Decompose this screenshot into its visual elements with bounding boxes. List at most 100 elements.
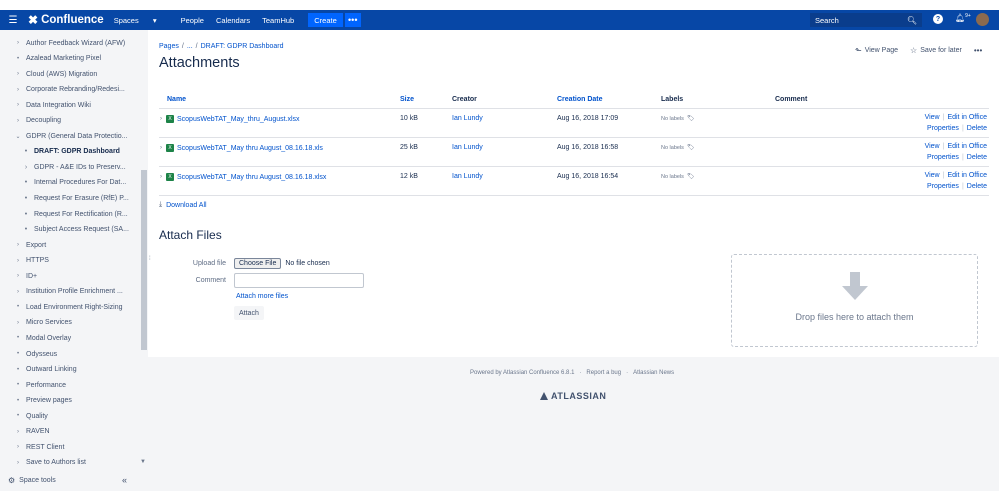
attachment-file-link[interactable]: X ScopusWebTAT_May_thru_August.xlsx <box>166 115 300 123</box>
breadcrumb-pages[interactable]: Pages <box>159 43 179 50</box>
chevron-right-icon[interactable]: › <box>14 118 22 124</box>
sidebar-scrollbar[interactable] <box>141 170 147 350</box>
comment-input[interactable] <box>234 273 364 288</box>
sidebar-item[interactable]: ⌄ GDPR (General Data Protectio... <box>0 130 127 142</box>
edit-in-office-link[interactable]: Edit in Office <box>947 143 987 150</box>
breadcrumb-current[interactable]: DRAFT: GDPR Dashboard <box>201 43 284 50</box>
chevron-right-icon[interactable]: › <box>14 242 22 248</box>
view-link[interactable]: View <box>925 114 940 121</box>
sidebar-item[interactable]: • Request For Erasure (RfE) P... <box>0 193 129 205</box>
atlassian-news-link[interactable]: Atlassian News <box>633 370 674 376</box>
breadcrumb-ellipsis[interactable]: ... <box>187 43 193 50</box>
attachment-creator-link[interactable]: Ian Lundy <box>452 144 483 151</box>
attach-more-files-link[interactable]: Attach more files <box>236 293 288 300</box>
sidebar-item[interactable]: • DRAFT: GDPR Dashboard <box>0 146 120 158</box>
space-tools-button[interactable]: ⚙ Space tools <box>8 476 56 485</box>
header-creation-date[interactable]: Creation Date <box>557 96 603 103</box>
view-page-button[interactable]: ⬑ View Page <box>855 46 898 55</box>
sidebar-item[interactable]: › Decoupling <box>0 115 61 127</box>
search-field[interactable]: Search 🔍︎ <box>810 13 922 27</box>
sidebar-item[interactable]: › Author Feedback Wizard (AFW) <box>0 37 125 49</box>
sidebar-item[interactable]: › RAVEN <box>0 426 50 438</box>
attachment-file-link[interactable]: X ScopusWebTAT_May thru August_08.16.18.x… <box>166 173 326 181</box>
sidebar-item[interactable]: › Micro Services <box>0 317 72 329</box>
edit-in-office-link[interactable]: Edit in Office <box>947 172 987 179</box>
delete-link[interactable]: Delete <box>967 154 987 161</box>
chevron-right-icon[interactable]: › <box>14 273 22 279</box>
sidebar-item[interactable]: › Export <box>0 239 46 251</box>
collapse-sidebar-button[interactable]: « <box>122 475 127 485</box>
delete-link[interactable]: Delete <box>967 183 987 190</box>
properties-link[interactable]: Properties <box>927 154 959 161</box>
file-input[interactable]: Choose File No file chosen <box>234 258 330 269</box>
scroll-down-icon[interactable]: ▼ <box>140 459 146 465</box>
chevron-down-icon[interactable]: ⌄ <box>14 133 22 140</box>
tag-icon[interactable]: 🏷︎ <box>687 115 695 122</box>
chevron-right-icon[interactable]: › <box>14 71 22 77</box>
sidebar-item[interactable]: • Performance <box>0 379 66 391</box>
create-more-button[interactable]: ••• <box>344 13 361 27</box>
save-for-later-button[interactable]: ☆ Save for later <box>910 46 962 55</box>
header-size[interactable]: Size <box>400 96 414 103</box>
sidebar-item[interactable]: › Data Integration Wiki <box>0 99 91 111</box>
sidebar-item[interactable]: › ID+ <box>0 270 37 282</box>
properties-link[interactable]: Properties <box>927 183 959 190</box>
view-link[interactable]: View <box>925 143 940 150</box>
more-actions-icon[interactable]: ••• <box>974 46 982 55</box>
user-avatar[interactable] <box>976 13 989 26</box>
sidebar-item[interactable]: • Quality <box>0 410 48 422</box>
sidebar-item[interactable]: • Internal Procedures For Dat... <box>0 177 126 189</box>
expand-row-icon[interactable]: › <box>160 174 162 180</box>
sidebar-resize-handle[interactable]: ⁞ <box>149 256 151 262</box>
expand-row-icon[interactable]: › <box>160 116 162 122</box>
nav-teamhub[interactable]: TeamHub <box>262 16 294 25</box>
drop-zone[interactable]: Drop files here to attach them <box>731 254 978 347</box>
sidebar-item[interactable]: • Preview pages <box>0 395 72 407</box>
nav-spaces[interactable]: Spaces ▾ <box>114 16 169 25</box>
attachment-creator-link[interactable]: Ian Lundy <box>452 115 483 122</box>
sidebar-item[interactable]: › Cloud (AWS) Migration <box>0 68 97 80</box>
sidebar-item[interactable]: › Corporate Rebranding/Redesi... <box>0 84 125 96</box>
nav-people[interactable]: People <box>181 16 204 25</box>
sidebar-item[interactable]: • Odysseus <box>0 348 57 360</box>
sidebar-item[interactable]: • Load Environment Right-Sizing <box>0 301 123 313</box>
sidebar-item[interactable]: • Azalead Marketing Pixel <box>0 53 101 65</box>
powered-by-link[interactable]: Powered by Atlassian Confluence 6.8.1 <box>470 370 574 376</box>
chevron-right-icon[interactable]: › <box>14 258 22 264</box>
delete-link[interactable]: Delete <box>967 125 987 132</box>
tag-icon[interactable]: 🏷︎ <box>687 173 695 180</box>
help-icon[interactable]: ? <box>933 14 943 24</box>
chevron-right-icon[interactable]: › <box>14 40 22 46</box>
confluence-logo[interactable]: ✖ Confluence <box>28 13 104 27</box>
chevron-right-icon[interactable]: › <box>14 320 22 326</box>
chevron-right-icon[interactable]: › <box>14 444 22 450</box>
header-name[interactable]: Name <box>167 96 186 103</box>
chevron-right-icon[interactable]: › <box>14 289 22 295</box>
hamburger-menu-icon[interactable]: ☰ <box>4 15 22 26</box>
attachment-creator-link[interactable]: Ian Lundy <box>452 173 483 180</box>
chevron-right-icon[interactable]: › <box>14 87 22 93</box>
chevron-right-icon[interactable]: › <box>14 102 22 108</box>
attach-button[interactable]: Attach <box>234 306 264 320</box>
expand-row-icon[interactable]: › <box>160 145 162 151</box>
chevron-right-icon[interactable]: › <box>14 429 22 435</box>
edit-in-office-link[interactable]: Edit in Office <box>947 114 987 121</box>
sidebar-item[interactable]: › Save to Authors list <box>0 457 86 469</box>
sidebar-item[interactable]: › HTTPS <box>0 255 49 267</box>
report-bug-link[interactable]: Report a bug <box>586 370 621 376</box>
sidebar-item[interactable]: • Request For Rectification (R... <box>0 208 128 220</box>
sidebar-item[interactable]: › GDPR - A&E IDs to Preserv... <box>0 161 126 173</box>
sidebar-item[interactable]: • Outward Linking <box>0 364 77 376</box>
nav-calendars[interactable]: Calendars <box>216 16 250 25</box>
properties-link[interactable]: Properties <box>927 125 959 132</box>
tag-icon[interactable]: 🏷︎ <box>687 144 695 151</box>
choose-file-button[interactable]: Choose File <box>234 258 282 269</box>
view-link[interactable]: View <box>925 172 940 179</box>
create-button[interactable]: Create <box>308 13 343 27</box>
download-all-link[interactable]: ⤓ Download All <box>159 201 207 209</box>
sidebar-item[interactable]: • Subject Access Request (SA... <box>0 224 129 236</box>
chevron-right-icon[interactable]: › <box>14 460 22 466</box>
sidebar-item[interactable]: • Modal Overlay <box>0 332 71 344</box>
sidebar-item[interactable]: › REST Client <box>0 441 64 453</box>
chevron-right-icon[interactable]: › <box>22 164 30 171</box>
